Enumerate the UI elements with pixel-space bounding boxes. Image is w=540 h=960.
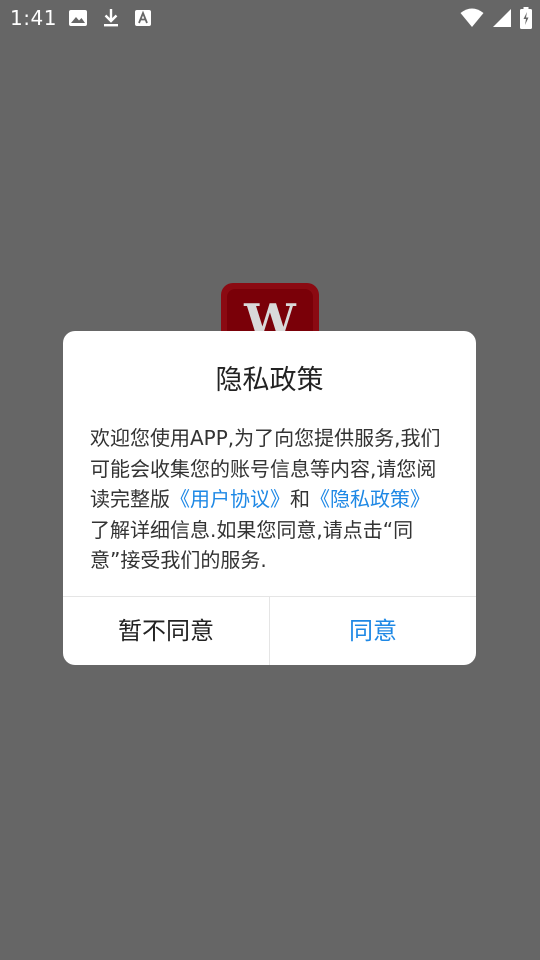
wifi-icon: [460, 8, 484, 28]
privacy-policy-link[interactable]: 《隐私政策》: [310, 487, 430, 511]
body-text-suffix: 了解详细信息.如果您同意,请点击“同意”接受我们的服务.: [90, 517, 414, 573]
status-time: 1:41: [10, 6, 57, 30]
body-text-and: 和: [290, 487, 310, 511]
status-system-icons: [460, 7, 532, 29]
signal-icon: [492, 8, 512, 28]
user-agreement-link[interactable]: 《用户协议》: [170, 487, 290, 511]
status-notification-icons: [68, 8, 152, 28]
privacy-policy-dialog: 隐私政策 欢迎您使用APP,为了向您提供服务,我们可能会收集您的账号信息等内容,…: [63, 331, 476, 665]
download-icon: [102, 8, 120, 28]
dialog-title: 隐私政策: [215, 365, 324, 396]
disagree-button[interactable]: 暂不同意: [63, 597, 269, 665]
battery-icon: [520, 7, 532, 29]
agree-button[interactable]: 同意: [270, 597, 476, 665]
font-icon: [134, 9, 152, 27]
image-icon: [68, 9, 88, 27]
dialog-body: 欢迎您使用APP,为了向您提供服务,我们可能会收集您的账号信息等内容,请您阅读完…: [90, 423, 449, 576]
status-bar: 1:41: [0, 0, 540, 36]
